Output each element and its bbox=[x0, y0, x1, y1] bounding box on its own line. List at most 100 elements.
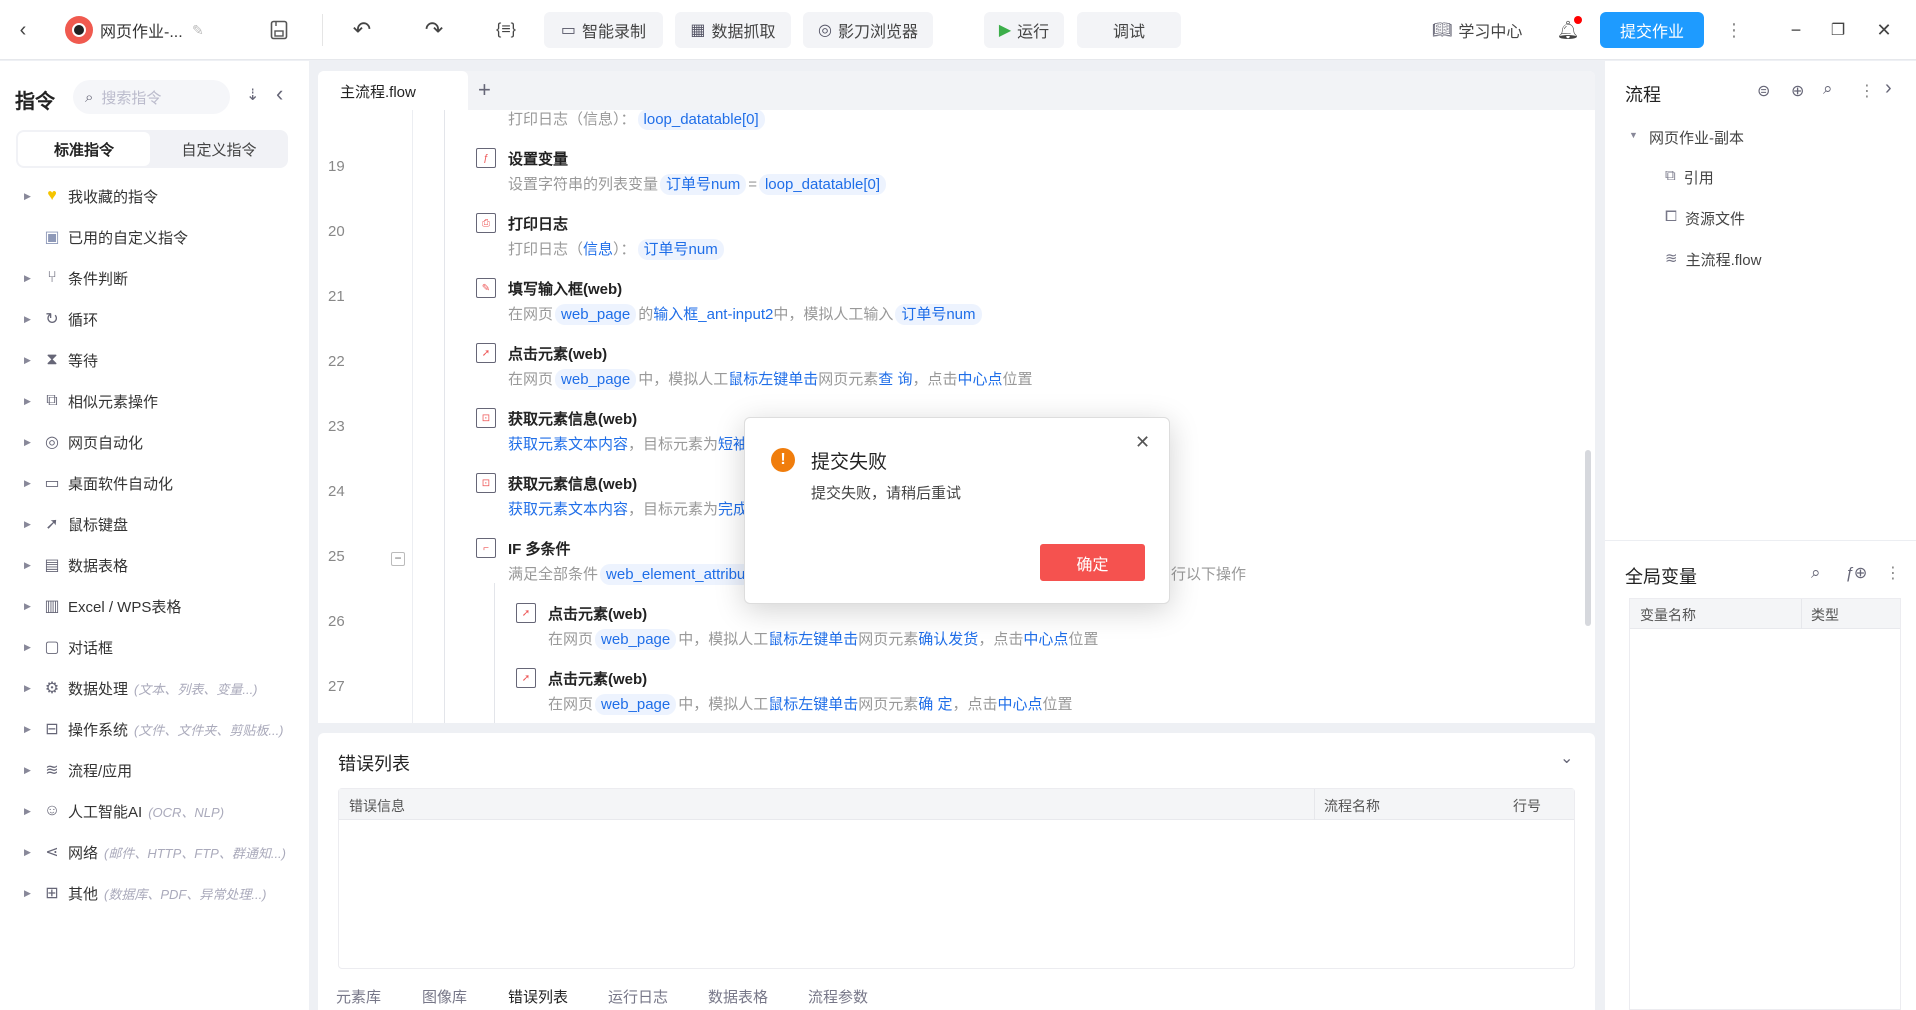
caret-right-icon[interactable]: ▶ bbox=[24, 355, 31, 366]
close-window-button[interactable]: ✕ bbox=[1872, 12, 1896, 48]
sidebar-item[interactable]: ▶ ☺ 人工智能AI (OCR、NLP) bbox=[0, 793, 309, 829]
param-link[interactable]: 查 询 bbox=[878, 371, 912, 388]
back-button[interactable]: ‹ bbox=[10, 12, 36, 48]
collapse-panel-icon[interactable]: › bbox=[1885, 77, 1892, 100]
tree-item[interactable]: ≋ 主流程.flow bbox=[1665, 249, 1761, 270]
sidebar-splitter[interactable] bbox=[309, 61, 318, 1010]
collapse-panel-icon[interactable]: ⌄ bbox=[1560, 748, 1573, 768]
learning-center-button[interactable]: 📖︎ 学习中心 bbox=[1432, 12, 1522, 48]
sidebar-item[interactable]: ▶ ≋ 流程/应用 bbox=[0, 752, 309, 788]
param-link[interactable]: 获取元素文本内容 bbox=[508, 436, 628, 453]
smart-record-button[interactable]: ▭ 智能录制 bbox=[544, 12, 663, 48]
sidebar-item[interactable]: ▶ ▭ 桌面软件自动化 bbox=[0, 465, 309, 501]
bottom-tab[interactable]: 图像库 bbox=[422, 986, 467, 1007]
more-menu-icon[interactable]: ⋮ bbox=[1885, 563, 1901, 583]
variable-chip[interactable]: web_page bbox=[595, 629, 677, 650]
caret-right-icon[interactable]: ▶ bbox=[24, 683, 31, 694]
param-link[interactable]: 鼠标左键单击 bbox=[768, 631, 858, 648]
sidebar-item[interactable]: ▶ ⚙ 数据处理 (文本、列表、变量...) bbox=[0, 670, 309, 706]
close-dialog-button[interactable]: ✕ bbox=[1135, 432, 1150, 453]
redo-button[interactable]: ↷ bbox=[420, 12, 448, 48]
variable-chip[interactable]: 订单号num bbox=[637, 239, 724, 260]
flow-step[interactable]: ➚ 点击元素(web) 在网页 web_page 中，模拟人工鼠标左键单击网页元素确认发… bbox=[318, 603, 1595, 663]
tab-standard-commands[interactable]: 标准指令 bbox=[18, 132, 150, 166]
search-icon[interactable]: ⌕ bbox=[1823, 79, 1833, 99]
sidebar-item[interactable]: ▶ ⧗ 等待 bbox=[0, 342, 309, 378]
caret-right-icon[interactable]: ▶ bbox=[24, 560, 31, 571]
debug-button[interactable]: 调试 bbox=[1077, 12, 1181, 48]
flow-step[interactable]: ➚ 点击元素(web) 在网页 web_page 中，模拟人工鼠标左键单击网页元素确 定… bbox=[318, 668, 1595, 723]
variable-chip[interactable]: web_page bbox=[555, 369, 637, 390]
sidebar-item[interactable]: ▶ ➚ 鼠标键盘 bbox=[0, 506, 309, 542]
param-link[interactable]: 鼠标左键单击 bbox=[768, 696, 858, 713]
variable-chip[interactable]: loop_datatable[0] bbox=[637, 110, 765, 130]
tab-main-flow[interactable]: 主流程.flow bbox=[318, 71, 468, 111]
caret-right-icon[interactable]: ▶ bbox=[24, 437, 31, 448]
sort-icon[interactable]: ⇣ bbox=[246, 85, 259, 105]
caret-right-icon[interactable]: ▶ bbox=[24, 724, 31, 735]
flow-step[interactable]: ➚ 点击元素(web) 在网页 web_page 中，模拟人工鼠标左键单击网页元素查 询… bbox=[318, 343, 1595, 403]
sidebar-item[interactable]: ▶ ▢ 对话框 bbox=[0, 629, 309, 665]
project-tree-root[interactable]: 网页作业-副本 bbox=[1649, 127, 1744, 148]
bottom-tab[interactable]: 元素库 bbox=[336, 986, 381, 1007]
command-search-input[interactable]: ⌕ 搜索指令 bbox=[73, 80, 230, 114]
restore-button[interactable]: ❐ bbox=[1826, 12, 1850, 48]
caret-right-icon[interactable]: ▶ bbox=[24, 519, 31, 530]
editor-scrollbar[interactable] bbox=[1585, 450, 1591, 626]
sidebar-item[interactable]: ▶ ⋖ 网络 (邮件、HTTP、FTP、群通知...) bbox=[0, 834, 309, 870]
add-subflow-icon[interactable]: ⊜ bbox=[1757, 81, 1770, 101]
sidebar-item[interactable]: ▶ ⊟ 操作系统 (文件、文件夹、剪贴板...) bbox=[0, 711, 309, 747]
add-variable-icon[interactable]: ƒ⊕ bbox=[1845, 563, 1867, 583]
flow-step[interactable]: ƒ 设置变量 设置字符串的列表变量 订单号num = loop_datatable[0] bbox=[318, 148, 1595, 208]
sidebar-item[interactable]: ▶ ⊞ 其他 (数据库、PDF、异常处理...) bbox=[0, 875, 309, 911]
caret-right-icon[interactable]: ▶ bbox=[24, 478, 31, 489]
caret-right-icon[interactable]: ▶ bbox=[24, 847, 31, 858]
flow-step[interactable]: ✎ 填写输入框(web) 在网页 web_page 的输入框_ant-input2中，模… bbox=[318, 278, 1595, 338]
tree-item[interactable]: ⧉ 引用 bbox=[1665, 167, 1714, 188]
edit-title-icon[interactable]: ✎ bbox=[192, 12, 204, 48]
undo-button[interactable]: ↶ bbox=[348, 12, 376, 48]
tab-custom-commands[interactable]: 自定义指令 bbox=[152, 132, 286, 166]
variable-chip[interactable]: 订单号num bbox=[660, 174, 747, 195]
variable-chip[interactable]: loop_datatable[0] bbox=[758, 174, 887, 195]
param-link[interactable]: 输入框_ant-input2 bbox=[653, 306, 773, 323]
bottom-tab[interactable]: 错误列表 bbox=[508, 986, 568, 1007]
sidebar-item[interactable]: ▶ ⧉ 相似元素操作 bbox=[0, 383, 309, 419]
param-link[interactable]: 中心点 bbox=[997, 696, 1042, 713]
more-menu-icon[interactable]: ⋮ bbox=[1859, 81, 1875, 101]
sidebar-item[interactable]: ▶ ♥ 我收藏的指令 bbox=[0, 178, 309, 214]
notification-button[interactable]: 🔔︎ bbox=[1556, 12, 1582, 48]
bottom-tab[interactable]: 流程参数 bbox=[808, 986, 868, 1007]
param-link[interactable]: 确 定 bbox=[918, 696, 952, 713]
tree-item[interactable]: ⧠ 资源文件 bbox=[1665, 208, 1745, 229]
param-link[interactable]: 获取元素文本内容 bbox=[508, 501, 628, 518]
save-button[interactable] bbox=[266, 12, 292, 48]
collapse-sidebar-icon[interactable]: ‹ bbox=[276, 81, 283, 107]
browser-button[interactable]: ◎ 影刀浏览器 bbox=[803, 12, 933, 48]
param-link[interactable]: 鼠标左键单击 bbox=[728, 371, 818, 388]
variable-chip[interactable]: web_page bbox=[555, 304, 637, 325]
variable-chip[interactable]: web_element_attribute bbox=[600, 564, 764, 585]
sidebar-item[interactable]: ▶ ▤ 数据表格 bbox=[0, 547, 309, 583]
caret-right-icon[interactable]: ▶ bbox=[24, 601, 31, 612]
caret-right-icon[interactable]: ▶ bbox=[24, 191, 31, 202]
sidebar-item[interactable]: ▶ ▥ Excel / WPS表格 bbox=[0, 588, 309, 624]
caret-right-icon[interactable]: ▶ bbox=[24, 314, 31, 325]
param-link[interactable]: 中心点 bbox=[1023, 631, 1068, 648]
caret-right-icon[interactable]: ▶ bbox=[24, 642, 31, 653]
bottom-tab[interactable]: 运行日志 bbox=[608, 986, 668, 1007]
data-capture-button[interactable]: ▦ 数据抓取 bbox=[675, 12, 791, 48]
param-link[interactable]: 信息 bbox=[583, 241, 613, 258]
flow-step[interactable]: ⎙ 打印日志 打印日志（信息）： 订单号num bbox=[318, 213, 1595, 273]
variable-chip[interactable]: 订单号num bbox=[895, 304, 982, 325]
add-python-module-icon[interactable]: ⊕ bbox=[1791, 81, 1804, 101]
caret-right-icon[interactable]: ▶ bbox=[24, 396, 31, 407]
bottom-tab[interactable]: 数据表格 bbox=[708, 986, 768, 1007]
submit-assignment-button[interactable]: 提交作业 bbox=[1600, 12, 1704, 48]
search-icon[interactable]: ⌕ bbox=[1811, 563, 1821, 583]
caret-right-icon[interactable]: ▶ bbox=[24, 806, 31, 817]
caret-down-icon[interactable]: ▼ bbox=[1629, 130, 1638, 140]
code-button[interactable]: {≡} bbox=[492, 12, 520, 48]
confirm-button[interactable]: 确定 bbox=[1040, 544, 1145, 581]
caret-right-icon[interactable]: ▶ bbox=[24, 888, 31, 899]
